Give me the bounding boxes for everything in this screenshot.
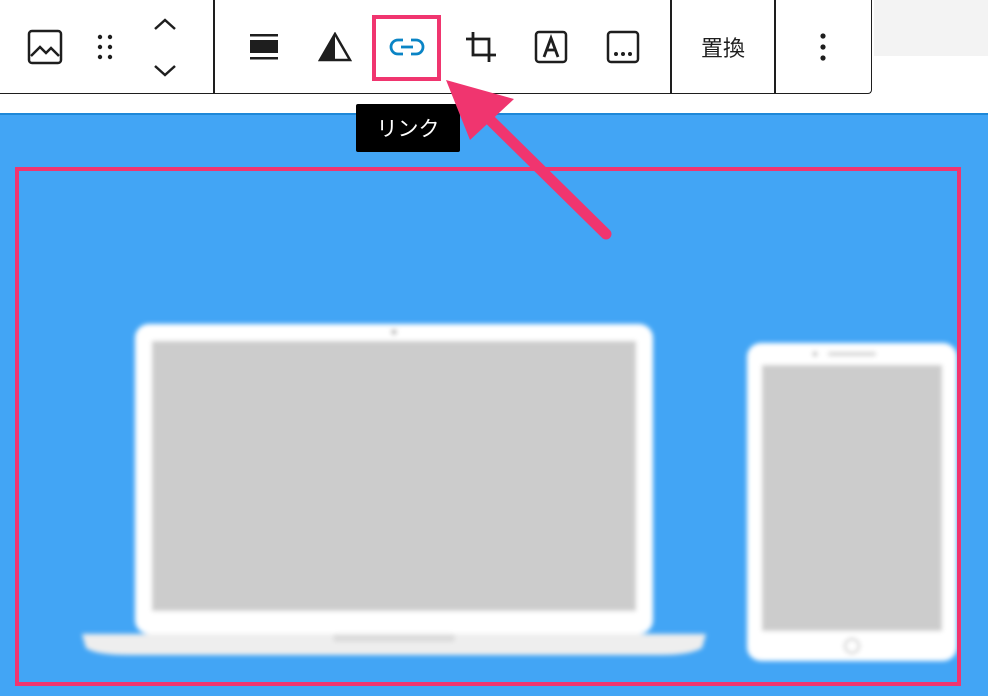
move-down-button[interactable] — [145, 47, 185, 94]
alt-text-icon — [606, 30, 640, 64]
replace-label: 置換 — [700, 37, 745, 62]
text-overlay-button[interactable] — [527, 0, 575, 94]
move-up-button[interactable] — [145, 0, 185, 47]
duotone-button[interactable] — [311, 0, 359, 94]
image-highlight — [15, 167, 961, 686]
replace-button[interactable]: 置換 — [672, 0, 774, 94]
link-tooltip: リンク — [356, 104, 460, 152]
more-options-icon — [820, 33, 826, 61]
tooltip-text: リンク — [376, 117, 440, 141]
link-button-highlight — [372, 15, 441, 81]
align-icon — [250, 34, 278, 60]
drag-handle-button[interactable] — [87, 0, 123, 94]
alt-text-button[interactable] — [599, 0, 647, 94]
crop-button[interactable] — [457, 0, 505, 94]
align-button[interactable] — [239, 0, 289, 94]
text-overlay-icon — [534, 30, 568, 64]
drag-handle-icon — [97, 34, 113, 60]
top-gray-strip — [874, 0, 988, 56]
block-type-button[interactable] — [21, 0, 69, 94]
move-up-icon — [154, 17, 176, 30]
image-icon — [27, 29, 63, 65]
toolbar-separator — [213, 0, 215, 94]
duotone-icon — [318, 32, 352, 62]
move-down-icon — [154, 64, 176, 77]
more-options-button[interactable] — [776, 0, 870, 94]
crop-icon — [466, 32, 496, 62]
